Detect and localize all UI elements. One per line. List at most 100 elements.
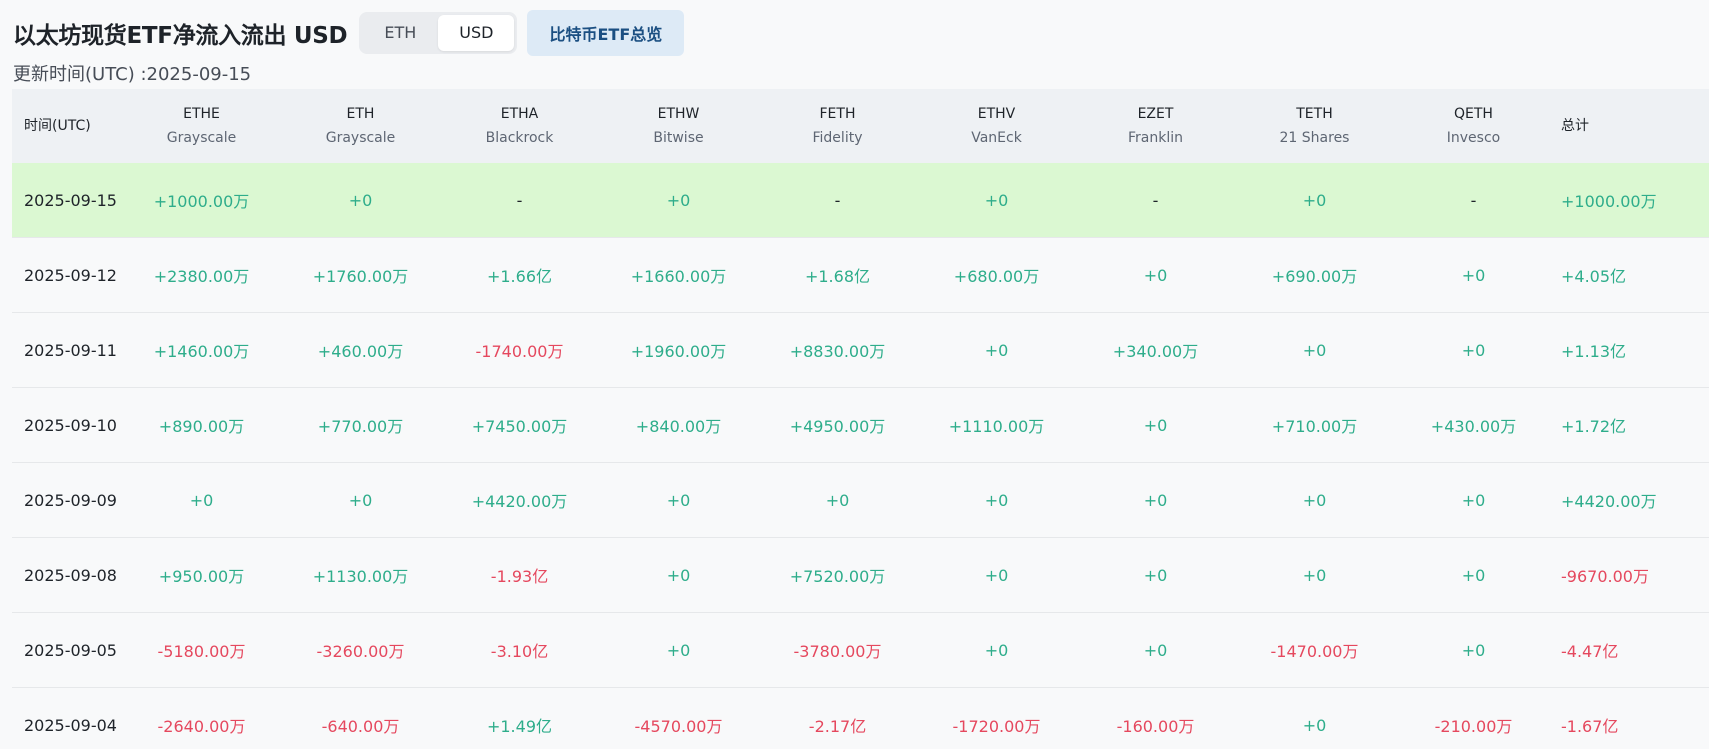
update-time: 更新时间(UTC) :2025-09-15 xyxy=(13,64,252,85)
flow-value-cell: +0 xyxy=(1143,490,1168,510)
flow-value-cell: +0 xyxy=(666,490,691,510)
flow-value-cell: +4420.00万 xyxy=(471,492,568,511)
fund-issuer: Fidelity xyxy=(812,130,863,146)
fund-ticker: ETHE xyxy=(183,106,220,122)
flow-value-cell: -1740.00万 xyxy=(475,342,564,361)
flow-value-cell: -640.00万 xyxy=(321,717,400,736)
flow-value-cell: +770.00万 xyxy=(317,417,404,436)
flow-value-cell: +0 xyxy=(825,490,850,510)
flow-value-cell: -210.00万 xyxy=(1434,717,1513,736)
flow-value-cell: +0 xyxy=(1143,265,1168,285)
flow-value-cell: +950.00万 xyxy=(158,567,245,586)
flow-value-cell: +0 xyxy=(1143,565,1168,585)
fund-issuer: VanEck xyxy=(971,130,1022,146)
row-date: 2025-09-05 xyxy=(24,640,117,660)
table-row: 2025-09-05 -5180.00万 -3260.00万 -3.10亿 +0 -378… xyxy=(12,613,1709,688)
flow-value-cell: +840.00万 xyxy=(635,417,722,436)
fund-issuer: Grayscale xyxy=(166,130,237,146)
fund-ticker: FETH xyxy=(819,106,856,122)
flow-value-cell: +0 xyxy=(984,565,1009,585)
flow-value-cell: +0 xyxy=(1143,640,1168,660)
row-total: -4.47亿 xyxy=(1561,642,1619,661)
fund-column-header: FETH Fidelity xyxy=(758,102,917,150)
header-bar: 以太坊现货ETF净流入流出 USD ETH USD 比特币ETF总览 xyxy=(13,9,685,56)
toggle-usd-button[interactable]: USD xyxy=(438,14,515,51)
flow-value-cell: +460.00万 xyxy=(317,342,404,361)
flow-value-cell: +1.66亿 xyxy=(486,267,553,286)
flow-value-cell: +0 xyxy=(1302,565,1327,585)
row-date: 2025-09-09 xyxy=(24,490,117,510)
table-row: 2025-09-15 +1000.00万 +0 - +0 - +0 - +0 - +1000.00万 xyxy=(12,163,1709,238)
toggle-eth-button[interactable]: ETH xyxy=(362,15,438,51)
row-total: +4.05亿 xyxy=(1561,267,1627,286)
fund-ticker: TETH xyxy=(1296,106,1333,122)
flow-value-cell: +0 xyxy=(1461,340,1486,360)
row-total: +1000.00万 xyxy=(1561,192,1657,211)
flow-value-cell: +0 xyxy=(348,190,373,210)
flow-value-cell: -2640.00万 xyxy=(157,717,246,736)
total-column-header: 总计 xyxy=(1561,118,1589,134)
row-date: 2025-09-04 xyxy=(24,715,117,735)
flow-value-cell: +0 xyxy=(1302,340,1327,360)
flow-value-cell: +680.00万 xyxy=(953,267,1040,286)
flow-value-cell: +690.00万 xyxy=(1271,267,1358,286)
flow-value-cell: +0 xyxy=(1461,490,1486,510)
flow-value-cell: +7520.00万 xyxy=(789,567,886,586)
flow-value-cell: +0 xyxy=(1461,640,1486,660)
fund-column-header: ETHE Grayscale xyxy=(122,102,281,150)
btc-etf-overview-button[interactable]: 比特币ETF总览 xyxy=(527,9,685,56)
flow-value-cell: -1720.00万 xyxy=(952,717,1041,736)
flow-value-cell: +8830.00万 xyxy=(789,342,886,361)
table-row: 2025-09-09 +0 +0 +4420.00万 +0 +0 +0 +0 +0 +0 +4420… xyxy=(12,463,1709,538)
flow-value-cell: - xyxy=(516,190,523,210)
fund-column-header: TETH 21 Shares xyxy=(1235,102,1394,150)
flow-value-cell: -4570.00万 xyxy=(634,717,723,736)
fund-issuer: Invesco xyxy=(1446,130,1501,146)
row-date: 2025-09-08 xyxy=(24,565,117,585)
flow-value-cell: +0 xyxy=(1302,490,1327,510)
flow-value-cell: +1110.00万 xyxy=(948,417,1045,436)
flow-value-cell: +0 xyxy=(984,340,1009,360)
table-row: 2025-09-08 +950.00万 +1130.00万 -1.93亿 +0 +7520… xyxy=(12,538,1709,613)
fund-column-header: QETH Invesco xyxy=(1394,102,1553,150)
flow-value-cell: -1.93亿 xyxy=(490,567,549,586)
flow-value-cell: +1660.00万 xyxy=(630,267,727,286)
etf-flow-page: 以太坊现货ETF净流入流出 USD ETH USD 比特币ETF总览 更新时间(… xyxy=(0,0,1709,749)
etf-flow-table: 时间(UTC) ETHE Grayscale ETH Grayscale ETHA Bla… xyxy=(12,89,1709,749)
fund-ticker: QETH xyxy=(1454,106,1493,122)
flow-value-cell: - xyxy=(834,190,841,210)
row-total: +4420.00万 xyxy=(1561,492,1657,511)
flow-value-cell: -5180.00万 xyxy=(157,642,246,661)
row-date: 2025-09-10 xyxy=(24,415,117,435)
row-date: 2025-09-11 xyxy=(24,340,117,360)
flow-value-cell: +890.00万 xyxy=(158,417,245,436)
flow-value-cell: -3780.00万 xyxy=(793,642,882,661)
fund-column-header: ETH Grayscale xyxy=(281,102,440,150)
fund-issuer: Blackrock xyxy=(485,130,554,146)
date-column-header: 时间(UTC) xyxy=(24,118,91,134)
flow-value-cell: -3260.00万 xyxy=(316,642,405,661)
row-total: +1.13亿 xyxy=(1561,342,1627,361)
fund-issuer: 21 Shares xyxy=(1279,130,1350,146)
flow-value-cell: -2.17亿 xyxy=(808,717,867,736)
table-row: 2025-09-04 -2640.00万 -640.00万 +1.49亿 -4570.0… xyxy=(12,688,1709,749)
flow-value-cell: +1.68亿 xyxy=(804,267,871,286)
fund-ticker: EZET xyxy=(1137,106,1174,122)
flow-value-cell: +340.00万 xyxy=(1112,342,1199,361)
flow-value-cell: +0 xyxy=(984,190,1009,210)
table-header-row: 时间(UTC) ETHE Grayscale ETH Grayscale ETHA Bla… xyxy=(12,89,1709,163)
fund-issuer: Bitwise xyxy=(653,130,704,146)
flow-value-cell: +4950.00万 xyxy=(789,417,886,436)
flow-value-cell: - xyxy=(1470,190,1477,210)
fund-column-header: ETHA Blackrock xyxy=(440,102,599,150)
flow-value-cell: +0 xyxy=(348,490,373,510)
row-total: +1.72亿 xyxy=(1561,417,1627,436)
flow-value-cell: +1.49亿 xyxy=(486,717,553,736)
flow-value-cell: +0 xyxy=(666,640,691,660)
row-date: 2025-09-12 xyxy=(24,265,117,285)
row-date: 2025-09-15 xyxy=(24,190,117,210)
flow-value-cell: +7450.00万 xyxy=(471,417,568,436)
flow-value-cell: +0 xyxy=(1302,190,1327,210)
flow-value-cell: +430.00万 xyxy=(1430,417,1517,436)
flow-value-cell: +1000.00万 xyxy=(153,192,250,211)
